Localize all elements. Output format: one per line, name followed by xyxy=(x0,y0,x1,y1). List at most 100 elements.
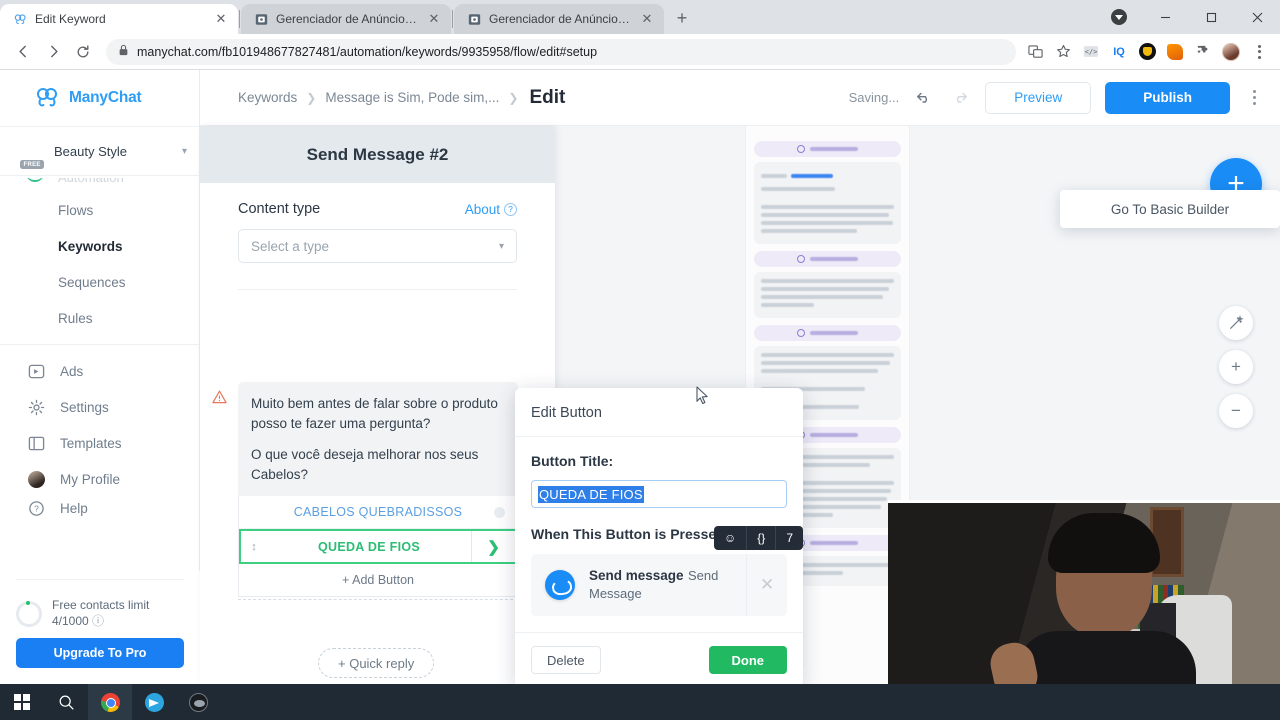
search-icon[interactable] xyxy=(44,684,88,720)
warning-icon xyxy=(212,390,227,407)
sidebar-nav: Automation Flows Keywords Sequences Rule… xyxy=(0,176,199,519)
manychat-logo[interactable]: ManyChat xyxy=(0,70,199,126)
sidebar-item-ads[interactable]: Ads xyxy=(0,353,199,389)
shield-icon[interactable] xyxy=(1134,39,1160,65)
drag-handle-icon[interactable]: ↕ xyxy=(241,541,267,553)
download-indicator-icon[interactable] xyxy=(1096,0,1142,34)
typing-chip xyxy=(754,325,901,341)
content-type-select[interactable]: Select a type ▾ xyxy=(238,229,517,263)
chevron-right-icon[interactable]: ❯ xyxy=(471,531,515,563)
reload-button[interactable] xyxy=(68,37,98,67)
sidebar-item-settings[interactable]: Settings xyxy=(0,389,199,425)
maximize-button[interactable] xyxy=(1188,0,1234,34)
minimize-button[interactable] xyxy=(1142,0,1188,34)
chat-bubble xyxy=(754,272,901,318)
publish-button[interactable]: Publish xyxy=(1105,81,1230,114)
screen-root: Edit Keyword ✕ Gerenciador de Anúncios -… xyxy=(0,0,1280,720)
account-switcher[interactable]: FREE Beauty Style ▾ xyxy=(0,126,199,176)
magic-wand-icon[interactable] xyxy=(1219,306,1253,340)
action-name: Send message xyxy=(589,568,684,583)
context-menu-go-to-basic-builder[interactable]: Go To Basic Builder xyxy=(1060,190,1280,228)
add-button[interactable]: + Add Button xyxy=(239,564,517,596)
fox-icon[interactable] xyxy=(1162,39,1188,65)
undo-icon[interactable] xyxy=(913,87,935,109)
sidebar-item-sequences[interactable]: Sequences xyxy=(0,264,199,300)
sidebar-item-label: My Profile xyxy=(60,471,121,487)
breadcrumb-message[interactable]: Message is Sim, Pode sim,... xyxy=(325,90,499,105)
gear-icon xyxy=(26,397,46,417)
breadcrumb: Keywords ❯ Message is Sim, Pode sim,... … xyxy=(238,87,565,109)
more-options-icon[interactable] xyxy=(1244,90,1264,105)
message-button-0[interactable]: CABELOS QUEBRADISSOS xyxy=(239,496,517,530)
chrome-icon[interactable] xyxy=(88,684,132,720)
variable-icon[interactable]: {} xyxy=(746,526,775,550)
sidebar-item-flows[interactable]: Flows xyxy=(0,192,199,228)
delete-button[interactable]: Delete xyxy=(531,646,601,674)
message-block: Muito bem antes de falar sobre o produto… xyxy=(212,382,518,601)
action-send-message[interactable]: Send message Send Message ✕ xyxy=(531,554,787,616)
translate-icon[interactable] xyxy=(1022,39,1048,65)
person-hair xyxy=(1048,513,1160,573)
browser-tab-0[interactable]: Edit Keyword ✕ xyxy=(0,4,238,34)
sidebar-item-label: Rules xyxy=(58,310,93,326)
camera-app-icon[interactable] xyxy=(176,684,220,720)
bookmark-star-icon[interactable] xyxy=(1050,39,1076,65)
close-icon[interactable]: ✕ xyxy=(746,554,787,616)
zoom-controls: + − xyxy=(1219,306,1253,428)
chat-bubble xyxy=(754,162,901,244)
redo-icon[interactable] xyxy=(949,87,971,109)
code-icon[interactable]: </> xyxy=(1078,39,1104,65)
tab-close-icon[interactable]: ✕ xyxy=(639,11,655,27)
browser-tab-title: Edit Keyword xyxy=(35,12,106,26)
tab-close-icon[interactable]: ✕ xyxy=(213,11,229,27)
quick-reply-button[interactable]: + Quick reply xyxy=(318,648,435,678)
browser-menu-icon[interactable] xyxy=(1246,39,1272,65)
puzzle-icon[interactable] xyxy=(1190,39,1216,65)
about-link[interactable]: About ? xyxy=(465,202,517,217)
profile-avatar-icon[interactable] xyxy=(1218,39,1244,65)
zoom-in-icon[interactable]: + xyxy=(1219,350,1253,384)
new-tab-button[interactable]: + xyxy=(668,4,696,32)
tab-separator xyxy=(452,10,453,28)
sidebar-item-my-profile[interactable]: My Profile xyxy=(0,461,199,497)
windows-start-icon[interactable] xyxy=(0,684,44,720)
browser-tab-1[interactable]: Gerenciador de Anúncios - Gere ✕ xyxy=(241,4,451,34)
svg-text:?: ? xyxy=(34,503,39,513)
browser-tab-title: Gerenciador de Anúncios - Gere xyxy=(489,12,632,26)
sidebar-item-keywords[interactable]: Keywords xyxy=(0,228,199,264)
iq-extension-icon[interactable]: IQ xyxy=(1106,39,1132,65)
page-title: Edit xyxy=(529,86,566,108)
content-type-label: Content type xyxy=(238,201,321,217)
profile-avatar-icon xyxy=(26,469,46,489)
sidebar-item-rules[interactable]: Rules xyxy=(0,300,199,336)
help-icon[interactable]: ⓘ xyxy=(92,614,104,628)
brand-name: ManyChat xyxy=(69,89,142,106)
app-topbar: Keywords ❯ Message is Sim, Pode sim,... … xyxy=(200,70,1280,126)
emoji-icon[interactable]: ☺ xyxy=(714,526,746,550)
address-bar-url: manychat.com/fb101948677827481/automatio… xyxy=(137,44,598,59)
sidebar-item-help[interactable]: ? Help xyxy=(0,497,199,519)
upgrade-to-pro-button[interactable]: Upgrade To Pro xyxy=(16,638,184,668)
manychat-octopus-icon xyxy=(34,86,60,110)
address-bar[interactable]: manychat.com/fb101948677827481/automatio… xyxy=(106,38,1016,65)
zoom-out-icon[interactable]: − xyxy=(1219,394,1253,428)
sidebar-item-automation[interactable]: Automation xyxy=(58,178,124,185)
done-button[interactable]: Done xyxy=(708,646,787,674)
close-button[interactable] xyxy=(1234,0,1280,34)
connector-dot-icon[interactable] xyxy=(494,506,505,518)
browser-tab-2[interactable]: Gerenciador de Anúncios - Gere ✕ xyxy=(454,4,664,34)
telegram-icon[interactable] xyxy=(132,684,176,720)
editor-divider xyxy=(238,289,517,290)
message-paragraph: O que você deseja melhorar nos seus Cabe… xyxy=(251,447,479,482)
forward-button[interactable] xyxy=(38,37,68,67)
breadcrumb-keywords[interactable]: Keywords xyxy=(238,90,297,105)
sidebar-item-label: Ads xyxy=(60,363,84,379)
message-button-1[interactable]: ↕ QUEDA DE FIOS ❯ xyxy=(239,529,517,565)
tab-close-icon[interactable]: ✕ xyxy=(426,11,442,27)
button-title-value: QUEDA DE FIOS xyxy=(538,485,644,503)
button-title-input[interactable]: QUEDA DE FIOS xyxy=(531,480,787,508)
preview-button[interactable]: Preview xyxy=(985,81,1092,114)
message-text[interactable]: Muito bem antes de falar sobre o produto… xyxy=(238,382,518,497)
back-button[interactable] xyxy=(8,37,38,67)
sidebar-item-templates[interactable]: Templates xyxy=(0,425,199,461)
